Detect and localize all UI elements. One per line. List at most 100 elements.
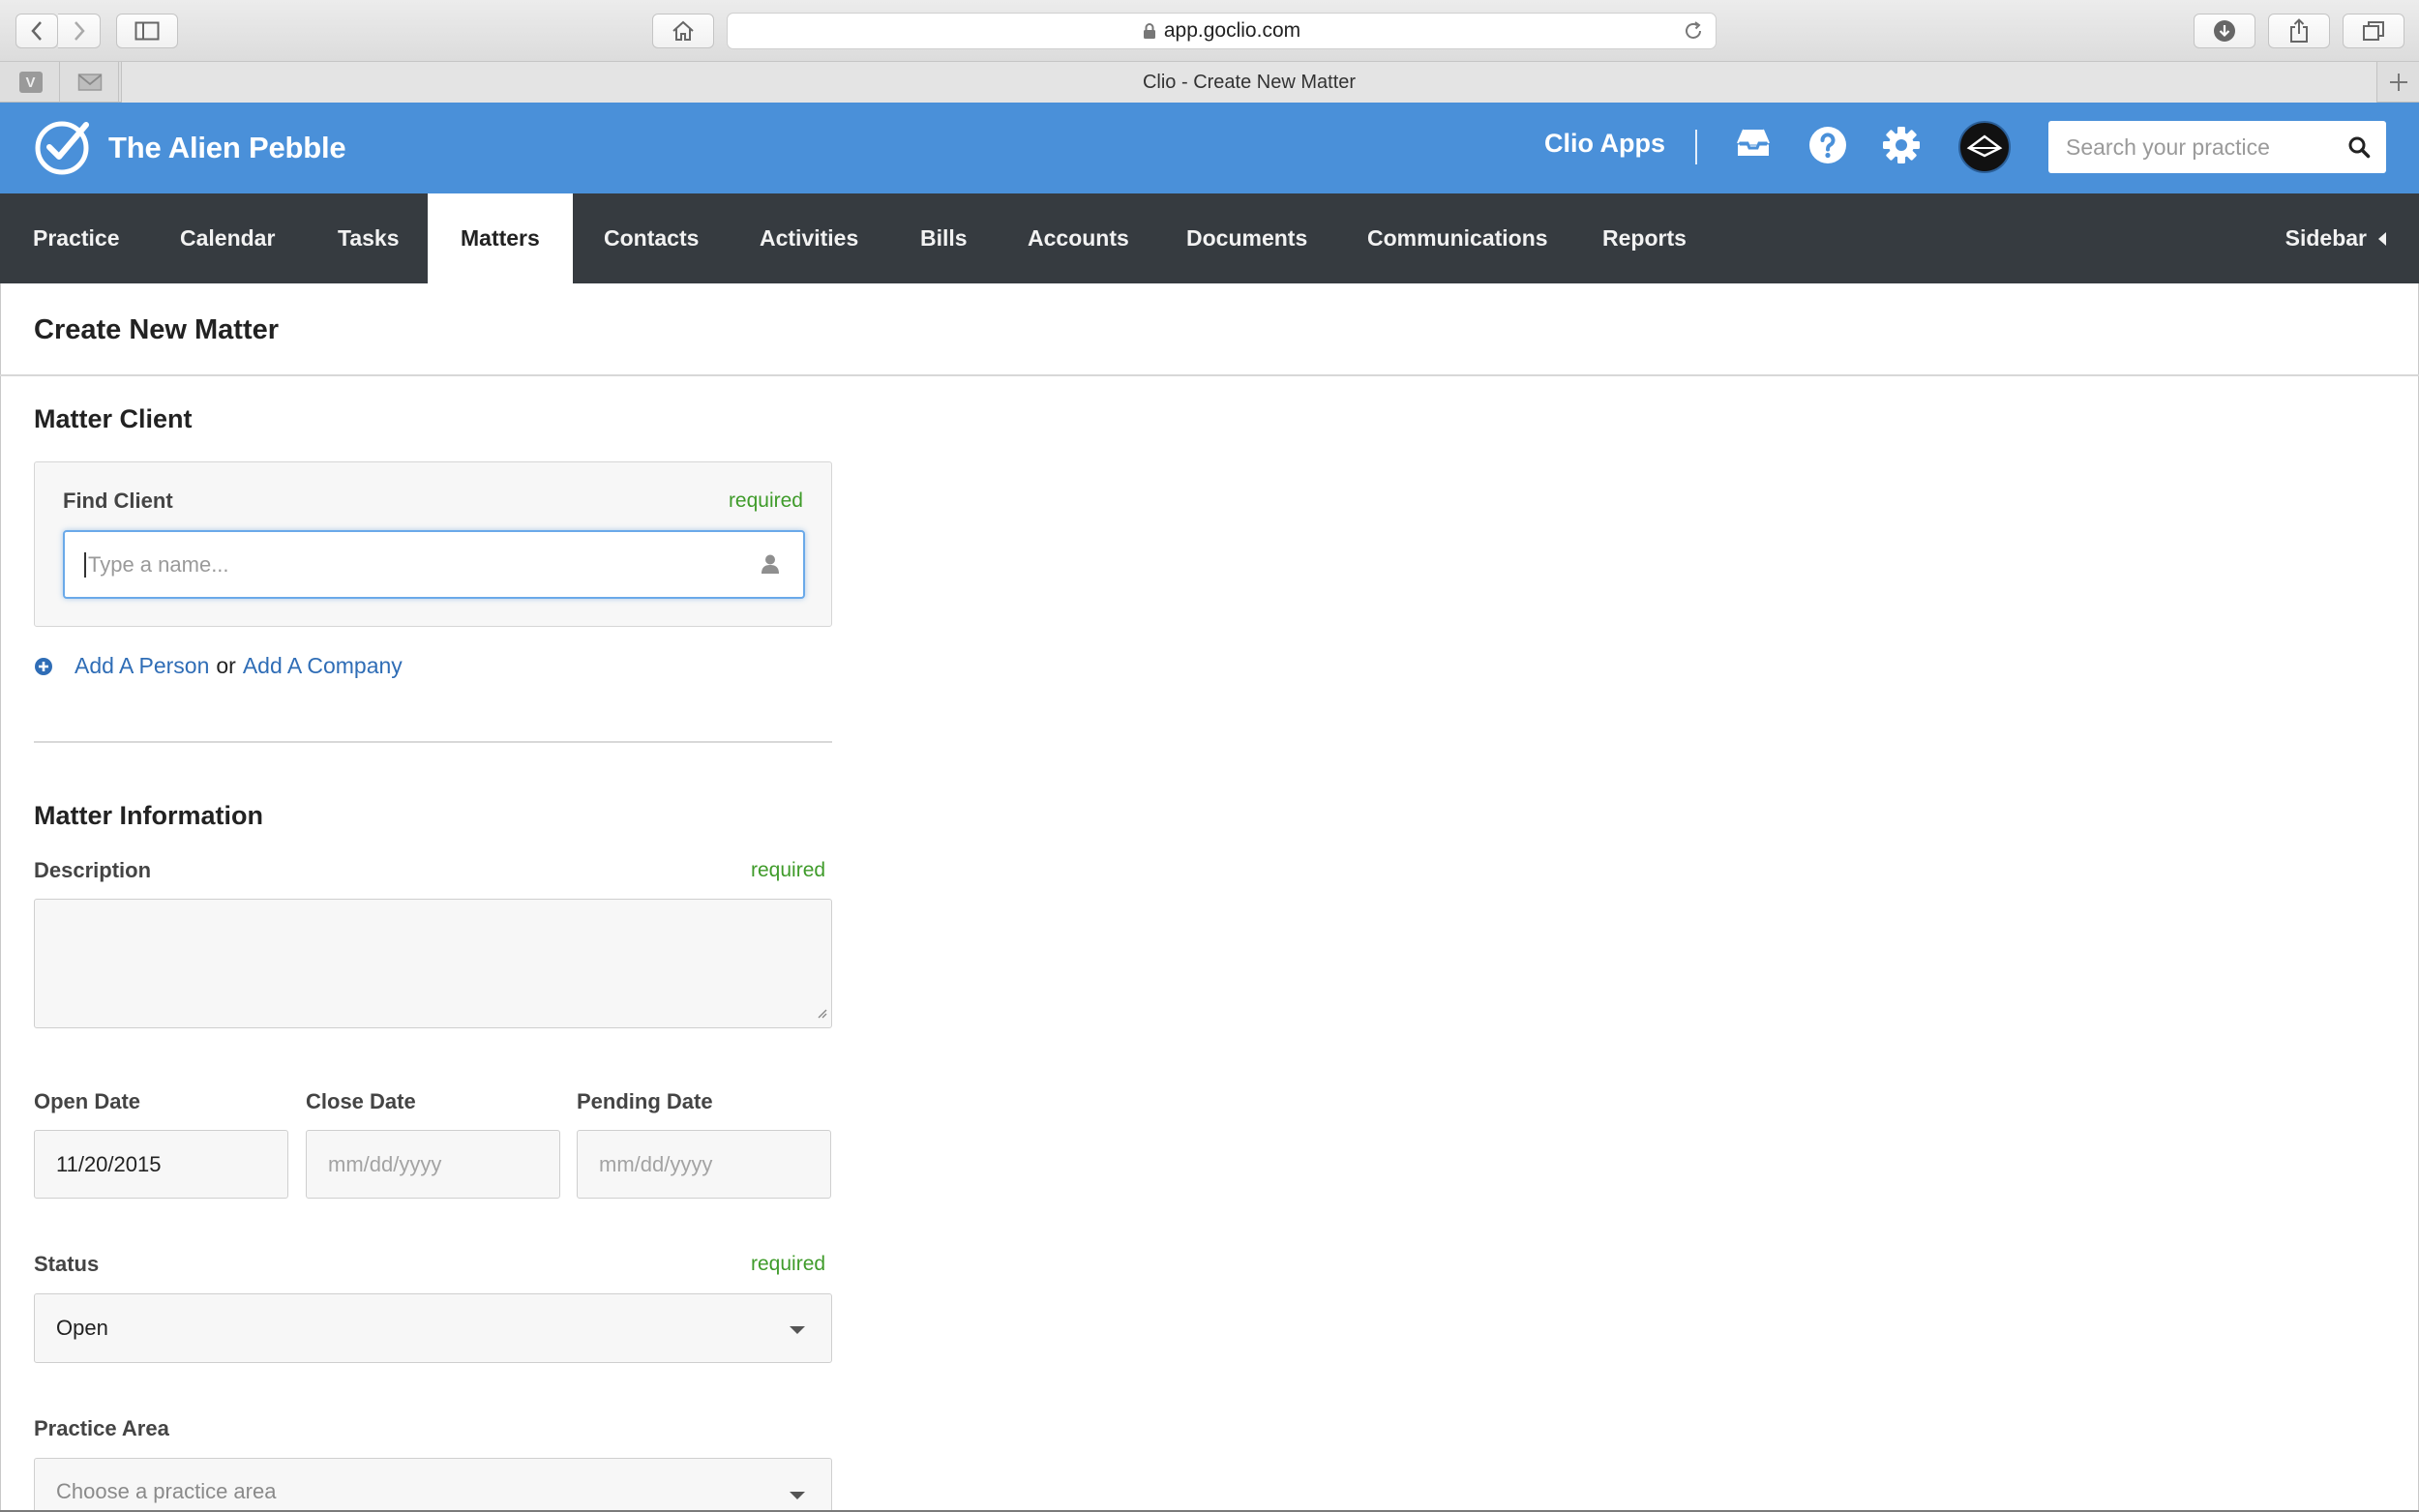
home-icon (672, 20, 694, 41)
back-button[interactable] (15, 14, 58, 48)
inbox-icon (1737, 129, 1770, 156)
pending-date-field[interactable] (577, 1130, 831, 1199)
status-value: Open (56, 1316, 108, 1340)
nav-activities[interactable]: Activities (727, 193, 891, 283)
nav-contacts[interactable]: Contacts (571, 193, 732, 283)
plus-icon (2390, 74, 2407, 91)
settings-button[interactable] (1882, 126, 1921, 164)
search-input[interactable] (2066, 133, 2342, 161)
close-date-label: Close Date (306, 1089, 416, 1113)
mail-icon (77, 74, 102, 91)
firm-name: The Alien Pebble (108, 131, 346, 164)
nav-documents[interactable]: Documents (1153, 193, 1340, 283)
active-tab[interactable]: Clio - Create New Matter (121, 62, 2377, 103)
find-client-label: Find Client (63, 489, 173, 513)
avatar-logo-icon (1966, 134, 2003, 158)
add-company-link[interactable]: Add A Company (243, 653, 403, 679)
lock-icon (1143, 22, 1156, 40)
clio-apps-link[interactable]: Clio Apps (1544, 129, 1665, 159)
user-avatar[interactable] (1958, 121, 2011, 173)
search-icon[interactable] (2347, 135, 2371, 163)
sidebar-view-button[interactable] (116, 14, 178, 48)
nav-tasks[interactable]: Tasks (305, 193, 433, 283)
sidebar-toggle-label: Sidebar (2285, 225, 2367, 251)
header-divider (1695, 130, 1697, 164)
share-button[interactable] (2268, 14, 2330, 48)
find-client-input[interactable] (88, 551, 746, 578)
description-field[interactable] (34, 899, 832, 1028)
sidebar-toggle[interactable]: Sidebar (2285, 193, 2386, 283)
nav-bills[interactable]: Bills (887, 193, 1000, 283)
nav-calendar[interactable]: Calendar (147, 193, 308, 283)
add-client-links: Add A Person or Add A Company (34, 653, 403, 679)
add-person-link[interactable]: Add A Person (75, 653, 209, 679)
caret-left-icon (2378, 231, 2386, 246)
browser-toolbar: app.goclio.com (0, 0, 2419, 62)
matter-client-heading: Matter Client (34, 404, 193, 433)
open-date-label: Open Date (34, 1089, 141, 1113)
nav-communications[interactable]: Communications (1334, 193, 1581, 283)
open-date-input[interactable] (56, 1151, 269, 1177)
brand[interactable]: The Alien Pebble (33, 119, 346, 177)
page-title: Create New Matter (34, 314, 280, 345)
dropdown-arrow-icon (790, 1326, 805, 1334)
chevron-left-icon (31, 21, 42, 41)
close-date-field[interactable] (306, 1130, 560, 1199)
nav-accounts[interactable]: Accounts (995, 193, 1162, 283)
tab-title: Clio - Create New Matter (1142, 71, 1357, 93)
gear-icon (1883, 127, 1920, 163)
page-border-left (0, 283, 1, 1512)
help-button[interactable] (1808, 126, 1847, 164)
find-client-field[interactable] (63, 530, 805, 599)
downloads-button[interactable] (2194, 14, 2255, 48)
close-date-input[interactable] (328, 1151, 541, 1177)
forward-button[interactable] (58, 14, 101, 48)
inbox-button[interactable] (1735, 126, 1772, 159)
pending-date-input[interactable] (599, 1151, 812, 1177)
text-cursor (84, 551, 86, 578)
download-icon (2214, 20, 2235, 42)
find-client-required: required (728, 489, 803, 512)
resize-grip-icon[interactable] (816, 1006, 827, 1023)
description-textarea[interactable] (35, 900, 831, 1027)
description-label: Description (34, 858, 152, 882)
new-tab-button[interactable] (2378, 62, 2419, 103)
url-text: app.goclio.com (1163, 19, 1301, 42)
pinned-tab-mail[interactable] (61, 62, 119, 103)
tab-strip: V Clio - Create New Matter (0, 62, 2419, 103)
clio-logo-icon (35, 121, 89, 175)
status-required: required (751, 1253, 826, 1275)
dropdown-arrow-icon (790, 1492, 805, 1499)
help-icon (1809, 127, 1846, 163)
status-label: Status (34, 1252, 100, 1276)
pinned-tab-v[interactable]: V (2, 62, 60, 103)
share-icon (2290, 18, 2308, 43)
person-icon (761, 553, 780, 579)
app-header: The Alien Pebble Clio Apps (0, 103, 2419, 193)
practice-area-value: Choose a practice area (56, 1479, 277, 1503)
practice-area-select[interactable]: Choose a practice area (34, 1458, 832, 1512)
nav-practice[interactable]: Practice (0, 193, 153, 283)
open-date-field[interactable] (34, 1130, 288, 1199)
description-required: required (751, 859, 826, 881)
title-divider (0, 374, 2419, 376)
address-bar[interactable]: app.goclio.com (727, 13, 1717, 49)
or-text: or (216, 653, 236, 678)
practice-area-label: Practice Area (34, 1416, 169, 1440)
reload-icon[interactable] (1683, 20, 1704, 47)
sidebar-panel-icon (134, 21, 160, 41)
practice-search[interactable] (2048, 121, 2386, 173)
tabs-overview-button[interactable] (2343, 14, 2404, 48)
chevron-right-icon (74, 21, 85, 41)
pinned-tab-label: V (18, 72, 43, 93)
plus-circle-icon[interactable] (34, 657, 53, 676)
status-select[interactable]: Open (34, 1293, 832, 1363)
main-nav: Practice Calendar Tasks Matters Contacts… (0, 193, 2419, 283)
nav-reports[interactable]: Reports (1569, 193, 1719, 283)
nav-matters[interactable]: Matters (428, 193, 573, 283)
home-button[interactable] (652, 14, 714, 48)
pending-date-label: Pending Date (577, 1089, 713, 1113)
section-divider (34, 741, 832, 743)
find-client-panel: Find Client required (34, 461, 832, 627)
matter-info-heading: Matter Information (34, 801, 264, 830)
